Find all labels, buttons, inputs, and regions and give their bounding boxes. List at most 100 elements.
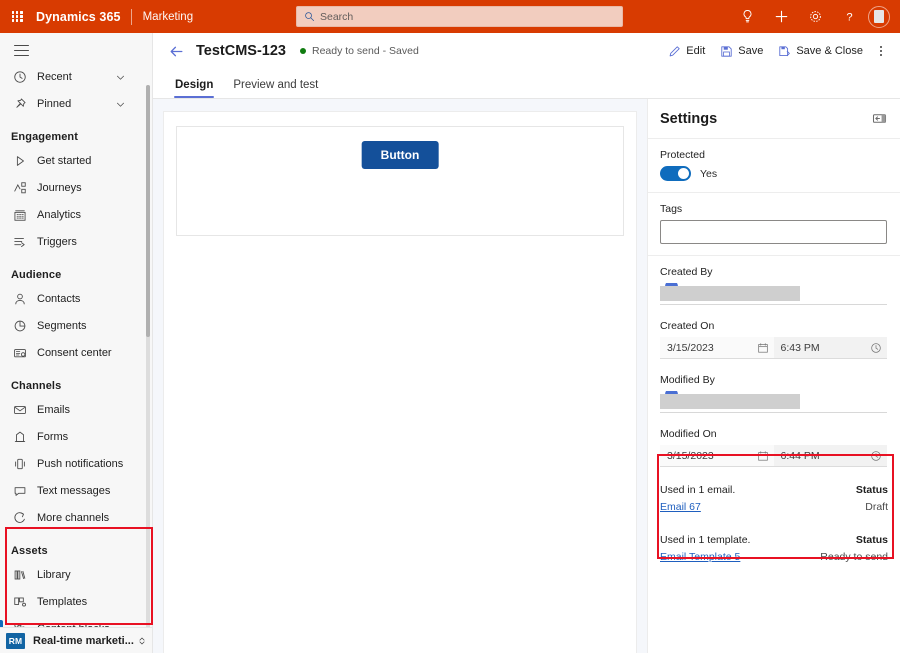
clock-icon[interactable] xyxy=(870,450,882,462)
sidebar-item-contacts[interactable]: Contacts xyxy=(0,286,152,313)
sidebar-item-label: Segments xyxy=(37,320,87,332)
sidebar-item-templates[interactable]: Templates xyxy=(0,589,152,616)
sidebar-item-push-notifications[interactable]: Push notifications xyxy=(0,451,152,478)
tab-strip: Design Preview and test xyxy=(153,69,900,99)
back-arrow-icon[interactable] xyxy=(166,41,186,61)
save-and-close-button[interactable]: Save & Close xyxy=(770,38,870,64)
sidebar-item-journeys[interactable]: Journeys xyxy=(0,175,152,202)
sidebar-item-analytics[interactable]: Analytics xyxy=(0,202,152,229)
save-button[interactable]: Save xyxy=(712,38,770,64)
calendar-icon[interactable] xyxy=(757,342,769,354)
sidebar-item-label: More channels xyxy=(37,512,109,524)
app-switcher[interactable]: RM Real-time marketi... xyxy=(0,627,152,653)
modified-by-field[interactable] xyxy=(660,391,887,413)
sidebar-group-engagement: Engagement xyxy=(0,118,152,148)
modified-on-time-value: 6:44 PM xyxy=(781,450,820,462)
envelope-icon xyxy=(11,402,28,419)
sidebar-group-assets: Assets xyxy=(0,532,152,562)
record-header: TestCMS-123 Ready to send - Saved Edit xyxy=(153,33,900,69)
lightbulb-icon[interactable] xyxy=(730,0,764,33)
protected-toggle-row: Yes xyxy=(660,166,887,181)
usage-template-status-header: Status xyxy=(856,534,888,546)
pin-icon xyxy=(11,96,28,113)
work-area: Button Settings Protected xyxy=(153,99,900,653)
sidebar-item-label: Templates xyxy=(37,596,87,608)
created-on-section: Created On 3/15/2023 6:43 PM xyxy=(648,309,900,363)
sidebar-item-label: Text messages xyxy=(37,485,110,497)
search-icon xyxy=(304,11,315,22)
edit-button[interactable]: Edit xyxy=(660,38,712,64)
calendar-icon[interactable] xyxy=(757,450,769,462)
created-on-time-input[interactable]: 6:43 PM xyxy=(774,337,888,359)
usage-template-header-row: Used in 1 template. Status xyxy=(660,534,888,546)
content-block-region[interactable]: Button xyxy=(176,126,624,236)
sidebar-item-label: Push notifications xyxy=(37,458,123,470)
avatar[interactable] xyxy=(868,6,890,28)
sidebar-item-get-started[interactable]: Get started xyxy=(0,148,152,175)
usage-email-link[interactable]: Email 67 xyxy=(660,501,701,513)
cta-button[interactable]: Button xyxy=(362,141,439,169)
settings-header: Settings xyxy=(648,99,900,139)
sidebar-item-emails[interactable]: Emails xyxy=(0,397,152,424)
sidebar-item-forms[interactable]: Forms xyxy=(0,424,152,451)
usage-template-link[interactable]: Email Template 5 xyxy=(660,551,740,563)
more-vertical-icon[interactable] xyxy=(870,38,892,64)
modified-on-section: Modified On 3/15/2023 6:44 PM xyxy=(648,417,900,475)
tags-input[interactable] xyxy=(660,220,887,244)
app-name-label[interactable]: Marketing xyxy=(132,11,194,23)
tab-preview-and-test[interactable]: Preview and test xyxy=(224,79,327,98)
modified-on-date-input[interactable]: 3/15/2023 xyxy=(660,445,774,467)
sidebar-item-text-messages[interactable]: Text messages xyxy=(0,478,152,505)
help-icon[interactable]: ? xyxy=(832,0,866,33)
modified-on-fields: 3/15/2023 6:44 PM xyxy=(660,445,887,467)
created-by-redacted-value xyxy=(660,286,800,301)
design-canvas[interactable]: Button xyxy=(163,111,637,653)
global-search[interactable] xyxy=(296,6,623,27)
usage-email-title: Used in 1 email. xyxy=(660,484,735,496)
modified-by-section: Modified By xyxy=(648,363,900,417)
gear-icon[interactable] xyxy=(798,0,832,33)
save-and-close-label: Save & Close xyxy=(796,45,863,57)
tab-design[interactable]: Design xyxy=(166,79,222,98)
sidebar-item-consent-center[interactable]: Consent center xyxy=(0,340,152,367)
sidebar-item-pinned[interactable]: Pinned xyxy=(0,91,152,118)
waffle-grid-icon[interactable] xyxy=(0,0,34,33)
protected-toggle[interactable] xyxy=(660,166,691,181)
collapse-panel-icon[interactable] xyxy=(872,111,887,126)
hamburger-icon[interactable] xyxy=(0,33,152,64)
usage-email-row: Email 67 Draft xyxy=(660,501,888,513)
sidebar-item-library[interactable]: Library xyxy=(0,562,152,589)
sidebar-item-triggers[interactable]: Triggers xyxy=(0,229,152,256)
sidebar-item-segments[interactable]: Segments xyxy=(0,313,152,340)
segments-pie-icon xyxy=(11,318,28,335)
save-disk-icon xyxy=(719,44,733,58)
created-on-date-input[interactable]: 3/15/2023 xyxy=(660,337,774,359)
usage-section: Used in 1 email. Status Email 67 Draft U… xyxy=(648,475,900,574)
search-input[interactable] xyxy=(320,11,622,23)
protected-value: Yes xyxy=(700,168,717,180)
sidebar-item-label: Journeys xyxy=(37,182,82,194)
sidebar-item-label: Forms xyxy=(37,431,68,443)
protected-section: Protected Yes xyxy=(648,139,900,193)
status-indicator-dot xyxy=(300,48,306,54)
created-on-fields: 3/15/2023 6:43 PM xyxy=(660,337,887,359)
mobile-push-icon xyxy=(11,456,28,473)
app-switcher-label: Real-time marketi... xyxy=(33,635,134,647)
usage-template-status: Ready to send xyxy=(820,551,888,563)
sidebar-item-recent[interactable]: Recent xyxy=(0,64,152,91)
library-icon xyxy=(11,567,28,584)
usage-email-status-header: Status xyxy=(856,484,888,496)
pencil-icon xyxy=(667,44,681,58)
chevron-down-icon[interactable] xyxy=(115,72,126,83)
settings-title: Settings xyxy=(660,111,717,127)
sidebar-item-more-channels[interactable]: More channels xyxy=(0,505,152,532)
plus-icon[interactable] xyxy=(764,0,798,33)
modified-on-time-input[interactable]: 6:44 PM xyxy=(774,445,888,467)
updown-chevron-icon[interactable] xyxy=(137,635,147,647)
journeys-icon xyxy=(11,180,28,197)
brand-title[interactable]: Dynamics 365 xyxy=(34,10,131,24)
chevron-down-icon[interactable] xyxy=(115,99,126,110)
clock-icon[interactable] xyxy=(870,342,882,354)
top-navigation-bar: Dynamics 365 Marketing xyxy=(0,0,900,33)
created-by-field[interactable] xyxy=(660,283,887,305)
